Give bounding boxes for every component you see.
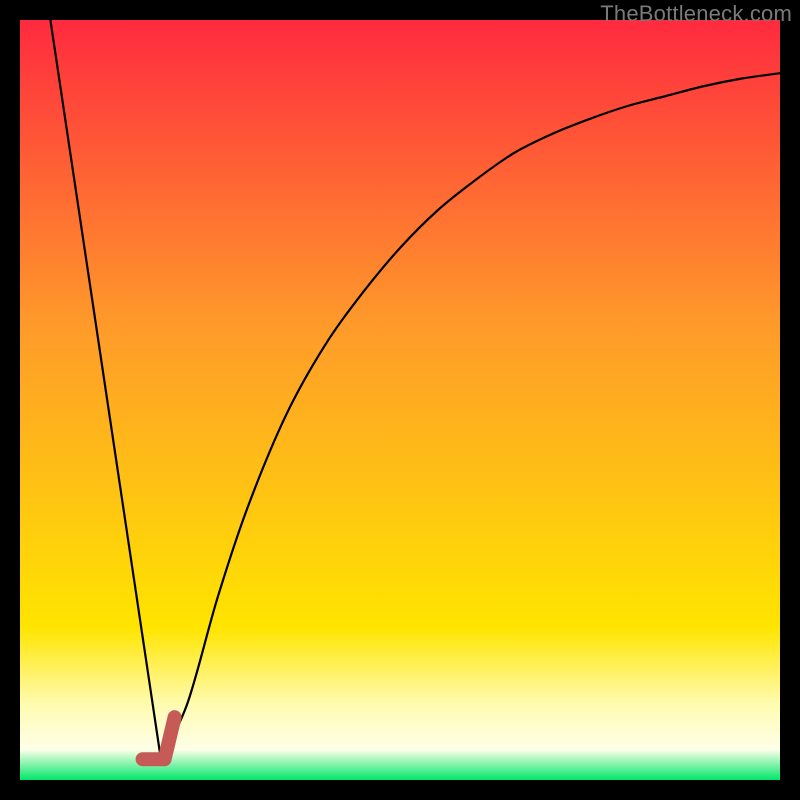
chart-frame — [20, 20, 780, 780]
credit-watermark: TheBottleneck.com — [600, 1, 792, 27]
bottleneck-chart — [20, 20, 780, 780]
gradient-background — [20, 20, 780, 780]
